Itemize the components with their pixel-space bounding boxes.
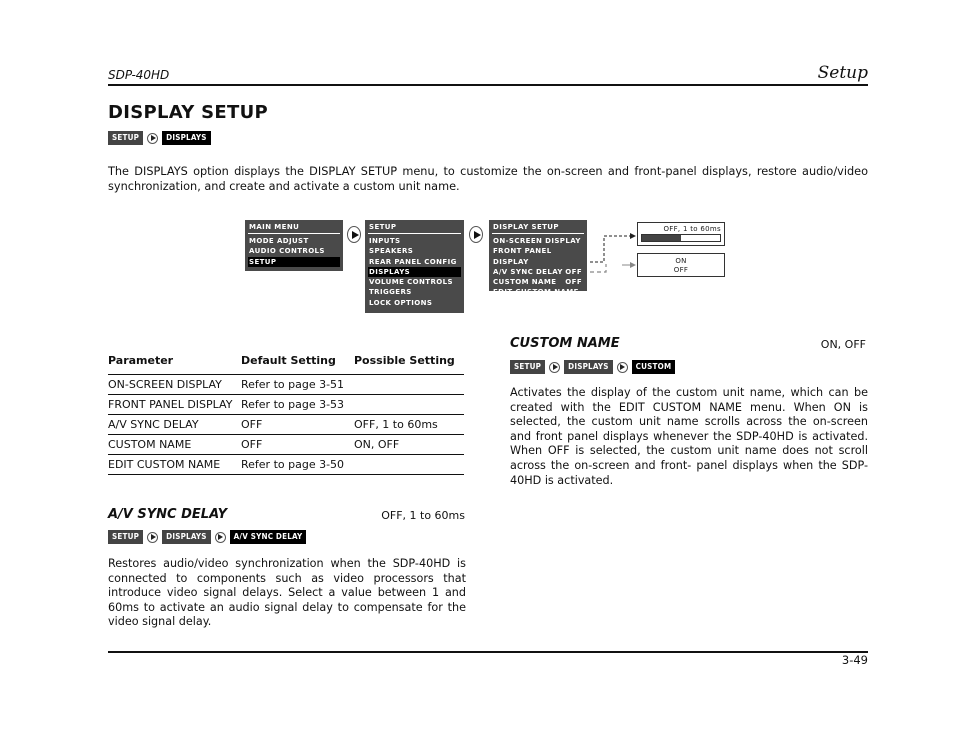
column-header: Possible Setting bbox=[354, 352, 464, 375]
table-cell: Refer to page 3-51 bbox=[241, 374, 354, 395]
menu-title: MAIN MENU bbox=[248, 223, 340, 234]
arrow-right-icon bbox=[469, 226, 483, 243]
table-header-row: Parameter Default Setting Possible Setti… bbox=[108, 352, 464, 375]
sync-connector-arrowhead bbox=[630, 233, 636, 239]
manual-model-label: SDP-40HD bbox=[108, 68, 170, 82]
option-off: OFF bbox=[673, 266, 689, 274]
parameter-table: Parameter Default Setting Possible Setti… bbox=[108, 352, 464, 475]
table-cell: OFF bbox=[241, 434, 354, 455]
table-cell: CUSTOM NAME bbox=[108, 434, 241, 455]
table-row: EDIT CUSTOM NAME Refer to page 3-50 bbox=[108, 454, 464, 475]
table-row: FRONT PANEL DISPLAY Refer to page 3-53 bbox=[108, 394, 464, 415]
av-sync-range: OFF, 1 to 60ms bbox=[381, 509, 465, 522]
table-cell bbox=[354, 394, 464, 415]
table-row: ON-SCREEN DISPLAY Refer to page 3-51 bbox=[108, 374, 464, 395]
custom-connector-arrowhead bbox=[630, 262, 636, 268]
breadcrumb-displays: DISPLAYS bbox=[564, 360, 613, 374]
av-sync-breadcrumb: SETUP DISPLAYS A/V SYNC DELAY bbox=[108, 530, 307, 544]
table-cell: A/V SYNC DELAY bbox=[108, 414, 241, 435]
arrow-right-icon bbox=[347, 226, 361, 243]
menu-item-selected: DISPLAYS bbox=[368, 266, 461, 278]
menu-item-label: EDIT CUSTOM NAME bbox=[493, 288, 579, 297]
table-cell bbox=[354, 374, 464, 395]
custom-name-option-box: ON OFF bbox=[637, 253, 725, 277]
menu-item: AUDIO CONTROLS bbox=[249, 247, 325, 256]
av-sync-description: Restores audio/video synchronization whe… bbox=[108, 557, 466, 629]
sync-delay-bar bbox=[641, 234, 721, 242]
menu-item: VOLUME CONTROLS bbox=[369, 278, 453, 287]
option-on: ON bbox=[675, 257, 687, 265]
table-cell: OFF, 1 to 60ms bbox=[354, 414, 464, 435]
table-cell: FRONT PANEL DISPLAY bbox=[108, 394, 241, 415]
av-sync-section-title: A/V SYNC DELAY bbox=[108, 507, 228, 522]
breadcrumb-displays: DISPLAYS bbox=[162, 530, 211, 544]
header-divider bbox=[108, 84, 868, 86]
custom-name-section-title: CUSTOM NAME bbox=[510, 336, 620, 351]
option-connectors bbox=[590, 233, 636, 273]
menu-item-value: OFF bbox=[565, 278, 582, 287]
arrow-right-icon bbox=[147, 132, 159, 144]
arrow-right-icon bbox=[549, 361, 561, 373]
menu-item: FRONT PANEL DISPLAY bbox=[492, 246, 584, 267]
page-number: 3-49 bbox=[841, 653, 868, 667]
breadcrumb-setup: SETUP bbox=[108, 530, 144, 544]
sync-delay-option-box: OFF, 1 to 60ms bbox=[637, 222, 725, 246]
menu-title: SETUP bbox=[368, 223, 461, 234]
menu-item: ON-SCREEN DISPLAY bbox=[492, 236, 584, 246]
table-cell: Refer to page 3-53 bbox=[241, 394, 354, 415]
arrow-right-icon bbox=[616, 361, 628, 373]
menu-item-label: ON-SCREEN DISPLAY bbox=[493, 237, 581, 245]
table-row: A/V SYNC DELAY OFF OFF, 1 to 60ms bbox=[108, 414, 464, 435]
custom-name-range: ON, OFF bbox=[820, 338, 866, 351]
menu-item: LOCK OPTIONS bbox=[369, 298, 433, 307]
menu-item: INPUTS bbox=[369, 237, 401, 245]
table-cell: Refer to page 3-50 bbox=[241, 454, 354, 475]
breadcrumb: SETUP DISPLAYS bbox=[108, 131, 211, 145]
manual-section-label: Setup bbox=[817, 63, 868, 83]
arrow-right-icon bbox=[147, 531, 159, 543]
menu-item-label: CUSTOM NAME bbox=[493, 278, 557, 287]
menu-item-selected: SETUP bbox=[248, 256, 340, 267]
custom-connector-line bbox=[590, 264, 607, 273]
table-cell: ON, OFF bbox=[354, 434, 464, 455]
table-cell bbox=[354, 454, 464, 475]
menu-item-value: OFF bbox=[565, 267, 582, 276]
main-menu-screen: MAIN MENU MODE ADJUST AUDIO CONTROLS SET… bbox=[245, 220, 343, 271]
breadcrumb-setup: SETUP bbox=[108, 131, 144, 145]
breadcrumb-setup: SETUP bbox=[510, 360, 546, 374]
menu-item-label: FRONT PANEL DISPLAY bbox=[493, 247, 552, 266]
column-header: Parameter bbox=[108, 352, 241, 375]
table-row: CUSTOM NAME OFF ON, OFF bbox=[108, 434, 464, 455]
sync-connector-line bbox=[590, 235, 630, 263]
menu-item: EDIT CUSTOM NAME bbox=[492, 287, 584, 297]
menu-item-label: A/V SYNC DELAY bbox=[493, 267, 563, 276]
display-setup-menu-screen: DISPLAY SETUP ON-SCREEN DISPLAY FRONT PA… bbox=[489, 220, 587, 296]
menu-item: A/V SYNC DELAY OFF bbox=[492, 267, 584, 277]
breadcrumb-displays: DISPLAYS bbox=[162, 131, 211, 145]
page-title: DISPLAY SETUP bbox=[108, 102, 269, 123]
sync-delay-bar-fill bbox=[642, 235, 681, 241]
menu-title: DISPLAY SETUP bbox=[492, 223, 584, 234]
menu-item: REAR PANEL CONFIG bbox=[369, 257, 457, 266]
table-cell: EDIT CUSTOM NAME bbox=[108, 454, 241, 475]
setup-menu-screen: SETUP INPUTS SPEAKERS REAR PANEL CONFIG … bbox=[365, 220, 464, 313]
column-header: Default Setting bbox=[241, 352, 354, 375]
table-cell: OFF bbox=[241, 414, 354, 435]
custom-name-description: Activates the display of the custom unit… bbox=[510, 386, 868, 487]
table-cell: ON-SCREEN DISPLAY bbox=[108, 374, 241, 395]
menu-item: CUSTOM NAME OFF bbox=[492, 277, 584, 287]
menu-item: TRIGGERS bbox=[369, 288, 412, 297]
custom-name-breadcrumb: SETUP DISPLAYS CUSTOM bbox=[510, 360, 676, 374]
menu-item: MODE ADJUST bbox=[249, 237, 309, 245]
breadcrumb-av-sync-delay: A/V SYNC DELAY bbox=[229, 530, 307, 544]
breadcrumb-custom: CUSTOM bbox=[631, 360, 676, 374]
menu-item: SPEAKERS bbox=[369, 247, 414, 256]
arrow-right-icon bbox=[214, 531, 226, 543]
footer-divider bbox=[108, 651, 868, 653]
intro-paragraph: The DISPLAYS option displays the DISPLAY… bbox=[108, 165, 868, 193]
sync-option-label: OFF, 1 to 60ms bbox=[663, 225, 721, 233]
